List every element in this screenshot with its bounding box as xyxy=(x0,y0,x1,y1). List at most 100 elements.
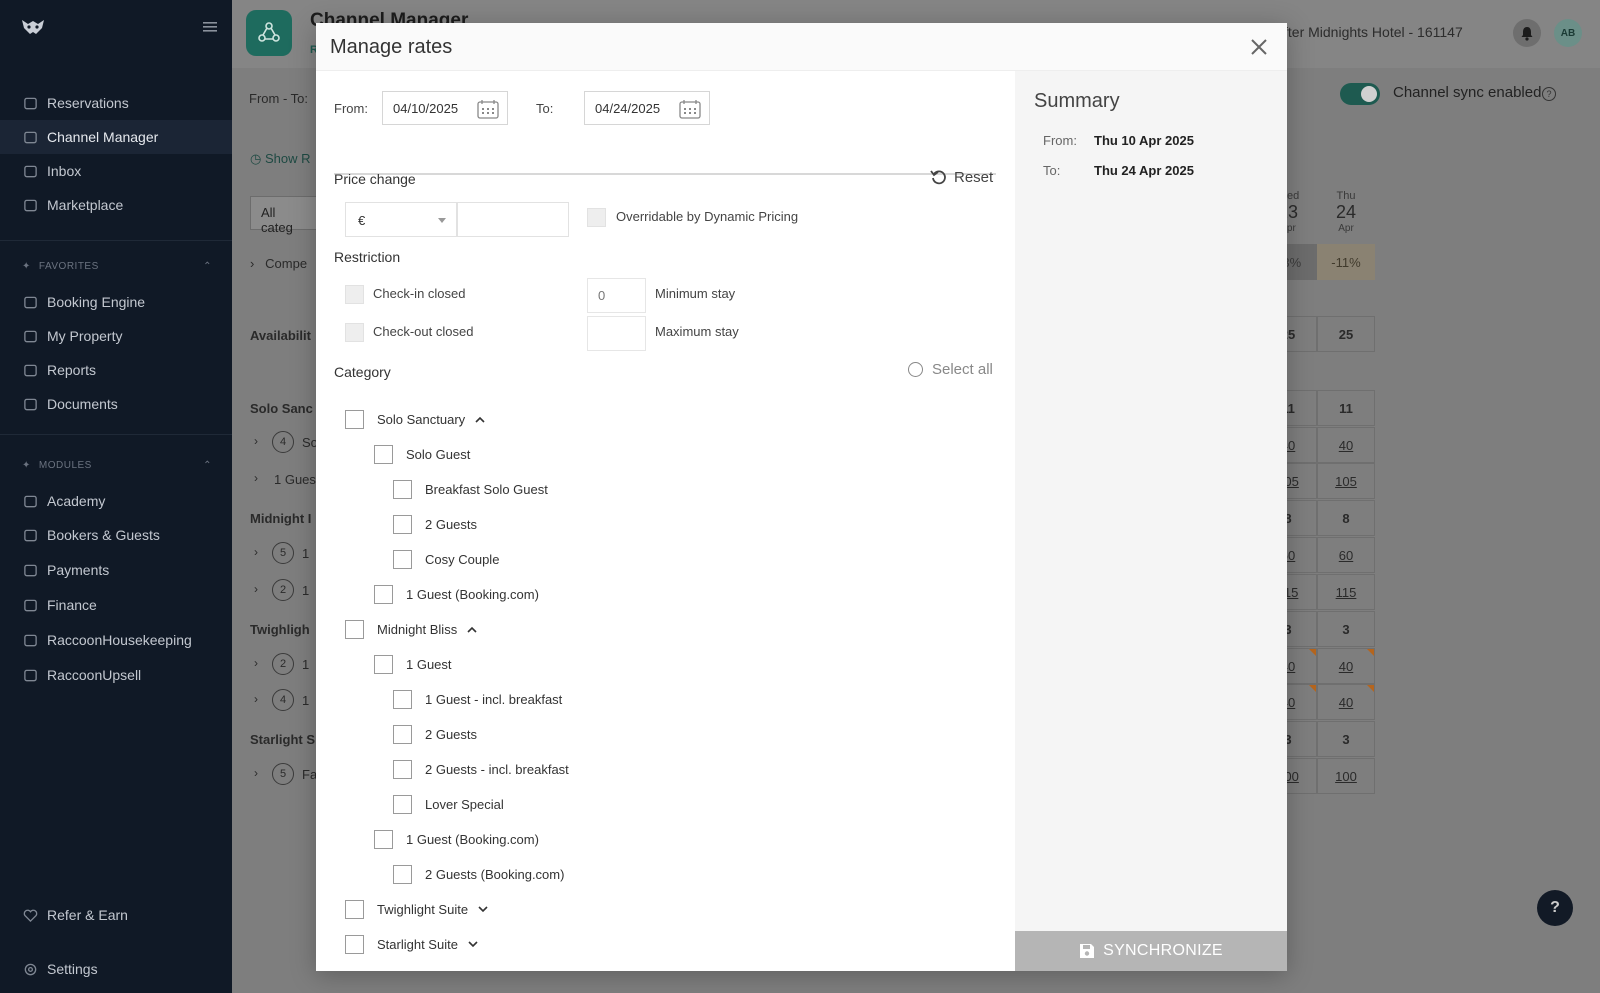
synchronize-button[interactable]: SYNCHRONIZE xyxy=(1015,931,1287,971)
chevron-down-icon[interactable] xyxy=(478,905,488,913)
chevron-right-icon[interactable]: › xyxy=(254,545,258,559)
checkin-closed-checkbox[interactable] xyxy=(345,285,364,304)
sidebar-item-settings[interactable]: Settings xyxy=(0,952,232,986)
sidebar-item-marketplace[interactable]: Marketplace xyxy=(0,188,232,222)
category-item[interactable]: 1 Guest (Booking.com) xyxy=(374,828,539,850)
chevron-right-icon[interactable]: › xyxy=(254,692,258,706)
category-item[interactable]: 2 Guests xyxy=(393,723,477,745)
rate-cell[interactable]: 40 xyxy=(1317,427,1375,463)
close-icon[interactable] xyxy=(1247,35,1271,59)
category-item[interactable]: 2 Guests (Booking.com) xyxy=(393,863,564,885)
sidebar-item-booking-engine[interactable]: Booking Engine xyxy=(0,285,232,319)
favorites-heading[interactable]: ✦ FAVORITES ⌃ xyxy=(22,261,212,272)
chevron-up-icon[interactable] xyxy=(467,625,477,633)
chevron-down-icon[interactable] xyxy=(468,940,478,948)
competitors-row[interactable]: › Compe xyxy=(250,256,307,271)
category-checkbox[interactable] xyxy=(374,654,393,674)
sidebar-item-finance[interactable]: Finance xyxy=(0,588,232,622)
rate-cell[interactable]: 115 xyxy=(1317,574,1375,610)
category-item[interactable]: Twighlight Suite xyxy=(345,898,488,920)
guests-icon xyxy=(22,527,38,543)
availability-cell[interactable]: 8 xyxy=(1317,500,1375,536)
category-checkbox[interactable] xyxy=(393,724,412,744)
category-item[interactable]: Breakfast Solo Guest xyxy=(393,478,548,500)
category-item[interactable]: 2 Guests xyxy=(393,513,477,535)
select-all-radio[interactable]: Select all xyxy=(908,361,993,378)
category-item[interactable]: Starlight Suite xyxy=(345,933,478,955)
price-change-input[interactable] xyxy=(457,202,569,237)
category-checkbox[interactable] xyxy=(345,899,364,919)
category-checkbox[interactable] xyxy=(374,444,393,464)
category-checkbox[interactable] xyxy=(345,619,364,639)
availability-cell[interactable]: 3 xyxy=(1317,611,1375,647)
category-checkbox[interactable] xyxy=(393,794,412,814)
channel-manager-app-icon xyxy=(246,10,292,56)
chevron-right-icon[interactable]: › xyxy=(254,434,258,448)
category-filter-select[interactable]: All categ xyxy=(250,196,320,235)
avatar[interactable]: AB xyxy=(1554,19,1582,47)
category-item[interactable]: Lover Special xyxy=(393,793,504,815)
category-item[interactable]: 1 Guest - incl. breakfast xyxy=(393,688,562,710)
category-checkbox[interactable] xyxy=(393,864,412,884)
chevron-right-icon[interactable]: › xyxy=(254,656,258,670)
rate-cell[interactable]: 60 xyxy=(1317,537,1375,573)
category-checkbox[interactable] xyxy=(393,689,412,709)
chevron-up-icon[interactable] xyxy=(475,415,485,423)
bell-icon[interactable] xyxy=(1513,19,1541,47)
minimum-stay-input[interactable] xyxy=(587,278,646,313)
category-item[interactable]: Solo Guest xyxy=(374,443,470,465)
count-badge: 4 xyxy=(272,689,294,711)
availability-cell[interactable]: 11 xyxy=(1317,390,1375,426)
checkout-closed-checkbox[interactable] xyxy=(345,323,364,342)
availability-cell[interactable]: 3 xyxy=(1317,721,1375,757)
rate-cell[interactable]: 105 xyxy=(1317,463,1375,499)
category-item[interactable]: Cosy Couple xyxy=(393,548,499,570)
category-item[interactable]: 2 Guests - incl. breakfast xyxy=(393,758,569,780)
category-checkbox[interactable] xyxy=(374,584,393,604)
from-date-input[interactable]: 04/10/2025 xyxy=(382,91,508,125)
sidebar-item-bookers-guests[interactable]: Bookers & Guests xyxy=(0,518,232,552)
category-item[interactable]: Midnight Bliss xyxy=(345,618,477,640)
to-date-input[interactable]: 04/24/2025 xyxy=(584,91,710,125)
hotel-selector[interactable]: fter Midnights Hotel - 161147 xyxy=(1284,24,1463,40)
currency-select[interactable]: € xyxy=(345,202,457,237)
sidebar-item-channel-manager[interactable]: Channel Manager xyxy=(0,120,232,154)
category-checkbox[interactable] xyxy=(345,409,364,429)
category-item[interactable]: 1 Guest (Booking.com) xyxy=(374,583,539,605)
sidebar-item-refer-earn[interactable]: Refer & Earn xyxy=(0,898,232,932)
sidebar-item-reports[interactable]: Reports xyxy=(0,353,232,387)
category-item[interactable]: Solo Sanctuary xyxy=(345,408,485,430)
availability-cell[interactable]: 25 xyxy=(1317,316,1375,352)
menu-toggle-icon[interactable] xyxy=(203,20,217,38)
rate-cell[interactable]: 100 xyxy=(1317,758,1375,794)
category-checkbox[interactable] xyxy=(345,934,364,954)
sidebar-item-reservations[interactable]: Reservations xyxy=(0,86,232,120)
category-checkbox[interactable] xyxy=(374,829,393,849)
sidebar-item-documents[interactable]: Documents xyxy=(0,387,232,421)
calendar-icon[interactable] xyxy=(477,99,499,119)
category-checkbox[interactable] xyxy=(393,759,412,779)
chevron-right-icon[interactable]: › xyxy=(254,766,258,780)
category-checkbox[interactable] xyxy=(393,479,412,499)
help-fab-button[interactable]: ? xyxy=(1537,890,1573,926)
sidebar-item-payments[interactable]: Payments xyxy=(0,553,232,587)
chevron-right-icon[interactable]: › xyxy=(254,471,258,485)
show-link[interactable]: ◷ Show R xyxy=(250,151,311,167)
chevron-right-icon[interactable]: › xyxy=(254,582,258,596)
modules-heading[interactable]: ✦ MODULES ⌃ xyxy=(22,460,212,471)
sidebar-item-inbox[interactable]: Inbox xyxy=(0,154,232,188)
sidebar-item-academy[interactable]: Academy xyxy=(0,484,232,518)
help-circle-icon[interactable]: ? xyxy=(1542,87,1556,101)
sidebar-item-raccoonupsell[interactable]: RaccoonUpsell xyxy=(0,658,232,692)
category-checkbox[interactable] xyxy=(393,514,412,534)
channel-sync-toggle[interactable] xyxy=(1340,83,1380,105)
sidebar-item-raccoonhousekeeping[interactable]: RaccoonHousekeeping xyxy=(0,623,232,657)
calendar-icon[interactable] xyxy=(679,99,701,119)
sidebar-item-my-property[interactable]: My Property xyxy=(0,319,232,353)
category-item[interactable]: 1 Guest xyxy=(374,653,452,675)
raccoon-logo-icon[interactable] xyxy=(20,18,46,40)
maximum-stay-input[interactable] xyxy=(587,316,646,351)
overridable-checkbox[interactable] xyxy=(587,208,606,227)
reset-button[interactable]: Reset xyxy=(930,168,993,186)
category-checkbox[interactable] xyxy=(393,549,412,569)
